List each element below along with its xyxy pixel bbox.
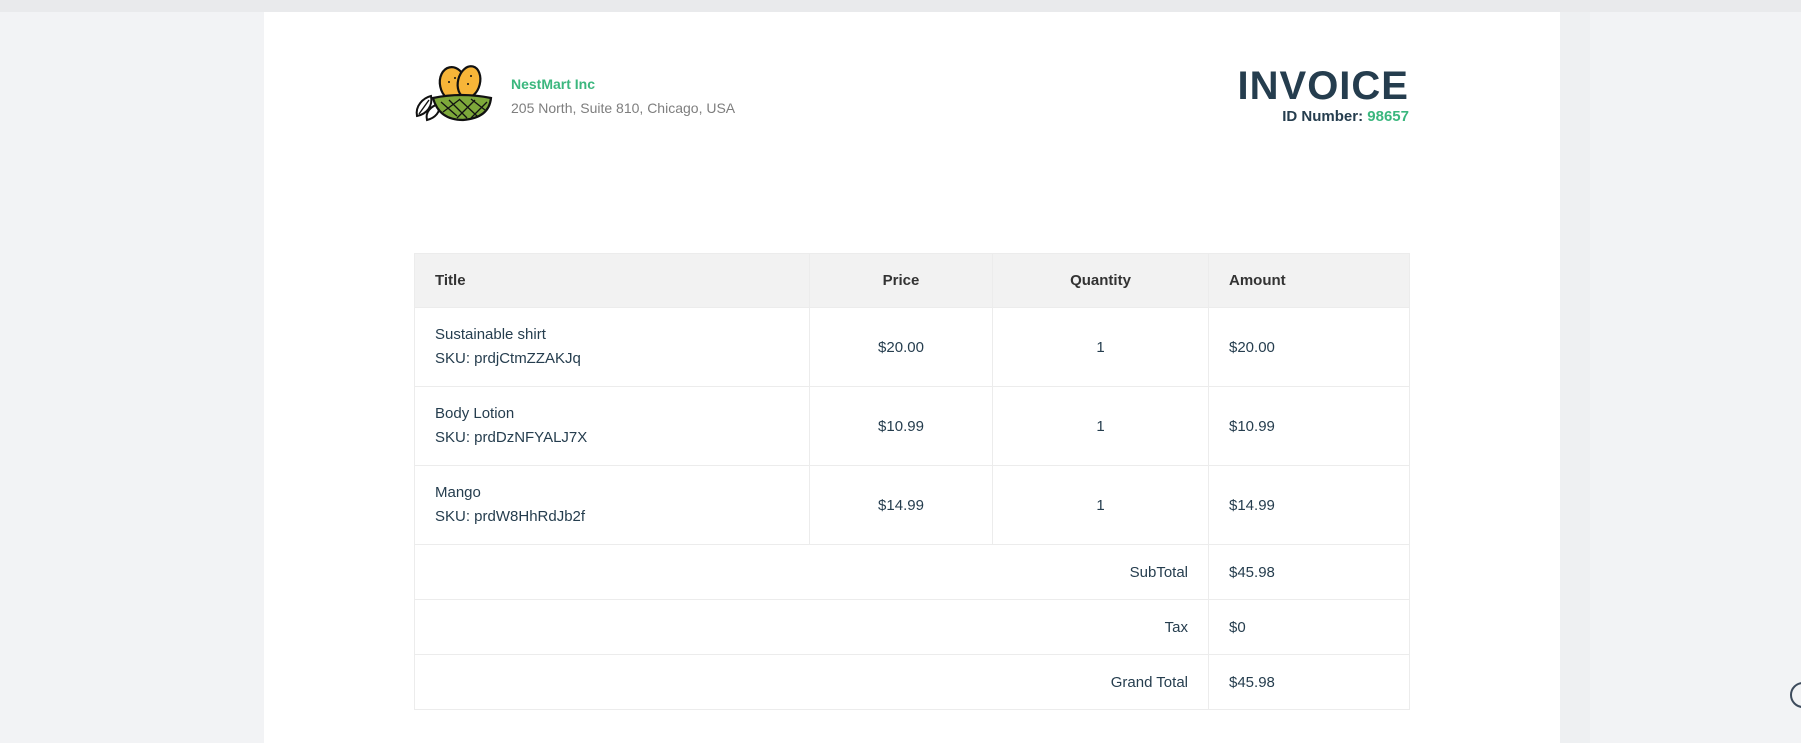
company-address: 205 North, Suite 810, Chicago, USA [511, 100, 736, 116]
item-title: Mango [435, 484, 481, 501]
header-amount: Amount [1208, 253, 1410, 308]
subtotal-label: SubTotal [414, 544, 1209, 600]
item-title: Body Lotion [435, 405, 515, 422]
company-block: NestMart Inc 205 North, Suite 810, Chica… [511, 75, 735, 117]
item-quantity: 1 [992, 386, 1209, 466]
item-sku: SKU: prdW8HhRdJb2f [435, 508, 586, 525]
item-sku: SKU: prdjCtmZZAKJq [435, 350, 581, 367]
invoice-id: ID Number: 98657 [1238, 108, 1409, 126]
item-amount: $10.99 [1208, 386, 1410, 466]
subtotal-row: SubTotal $45.98 [414, 544, 1410, 600]
tax-label: Tax [414, 599, 1209, 655]
header-price: Price [809, 253, 993, 308]
nestmart-logo [413, 62, 495, 124]
table-row: Body Lotion SKU: prdDzNFYALJ7X $10.99 1 … [414, 386, 1410, 466]
item-sku: SKU: prdDzNFYALJ7X [435, 429, 588, 446]
table-header-row: Title Price Quantity Amount [414, 253, 1410, 308]
top-strip [0, 0, 1801, 12]
item-price: $10.99 [809, 386, 993, 466]
sheet-edge [1560, 12, 1590, 743]
item-title-cell: Sustainable shirt SKU: prdjCtmZZAKJq [414, 307, 810, 387]
tax-row: Tax $0 [414, 599, 1410, 655]
nest-eggs-icon [415, 65, 493, 122]
company-name: NestMart Inc [511, 76, 596, 92]
item-amount: $20.00 [1208, 307, 1410, 387]
invoice-id-value: 98657 [1367, 108, 1409, 125]
item-price: $20.00 [809, 307, 993, 387]
grand-total-label: Grand Total [414, 654, 1209, 710]
item-price: $14.99 [809, 465, 993, 545]
grand-total-value: $45.98 [1208, 654, 1410, 710]
invoice-header: INVOICE ID Number: 98657 [1238, 62, 1409, 126]
invoice-id-label: ID Number: [1282, 108, 1364, 125]
invoice-title: INVOICE [1237, 64, 1409, 108]
table-row: Mango SKU: prdW8HhRdJb2f $14.99 1 $14.99 [414, 465, 1410, 545]
table-row: Sustainable shirt SKU: prdjCtmZZAKJq $20… [414, 307, 1410, 387]
item-title-cell: Body Lotion SKU: prdDzNFYALJ7X [414, 386, 810, 466]
invoice-table: Title Price Quantity Amount Sustainable … [414, 253, 1410, 710]
subtotal-value: $45.98 [1208, 544, 1410, 600]
item-title-cell: Mango SKU: prdW8HhRdJb2f [414, 465, 810, 545]
header-quantity: Quantity [992, 253, 1209, 308]
item-title: Sustainable shirt [435, 326, 546, 343]
tax-value: $0 [1208, 599, 1410, 655]
item-amount: $14.99 [1208, 465, 1410, 545]
grand-total-row: Grand Total $45.98 [414, 654, 1410, 710]
header-title: Title [414, 253, 810, 308]
item-quantity: 1 [992, 307, 1209, 387]
item-quantity: 1 [992, 465, 1209, 545]
